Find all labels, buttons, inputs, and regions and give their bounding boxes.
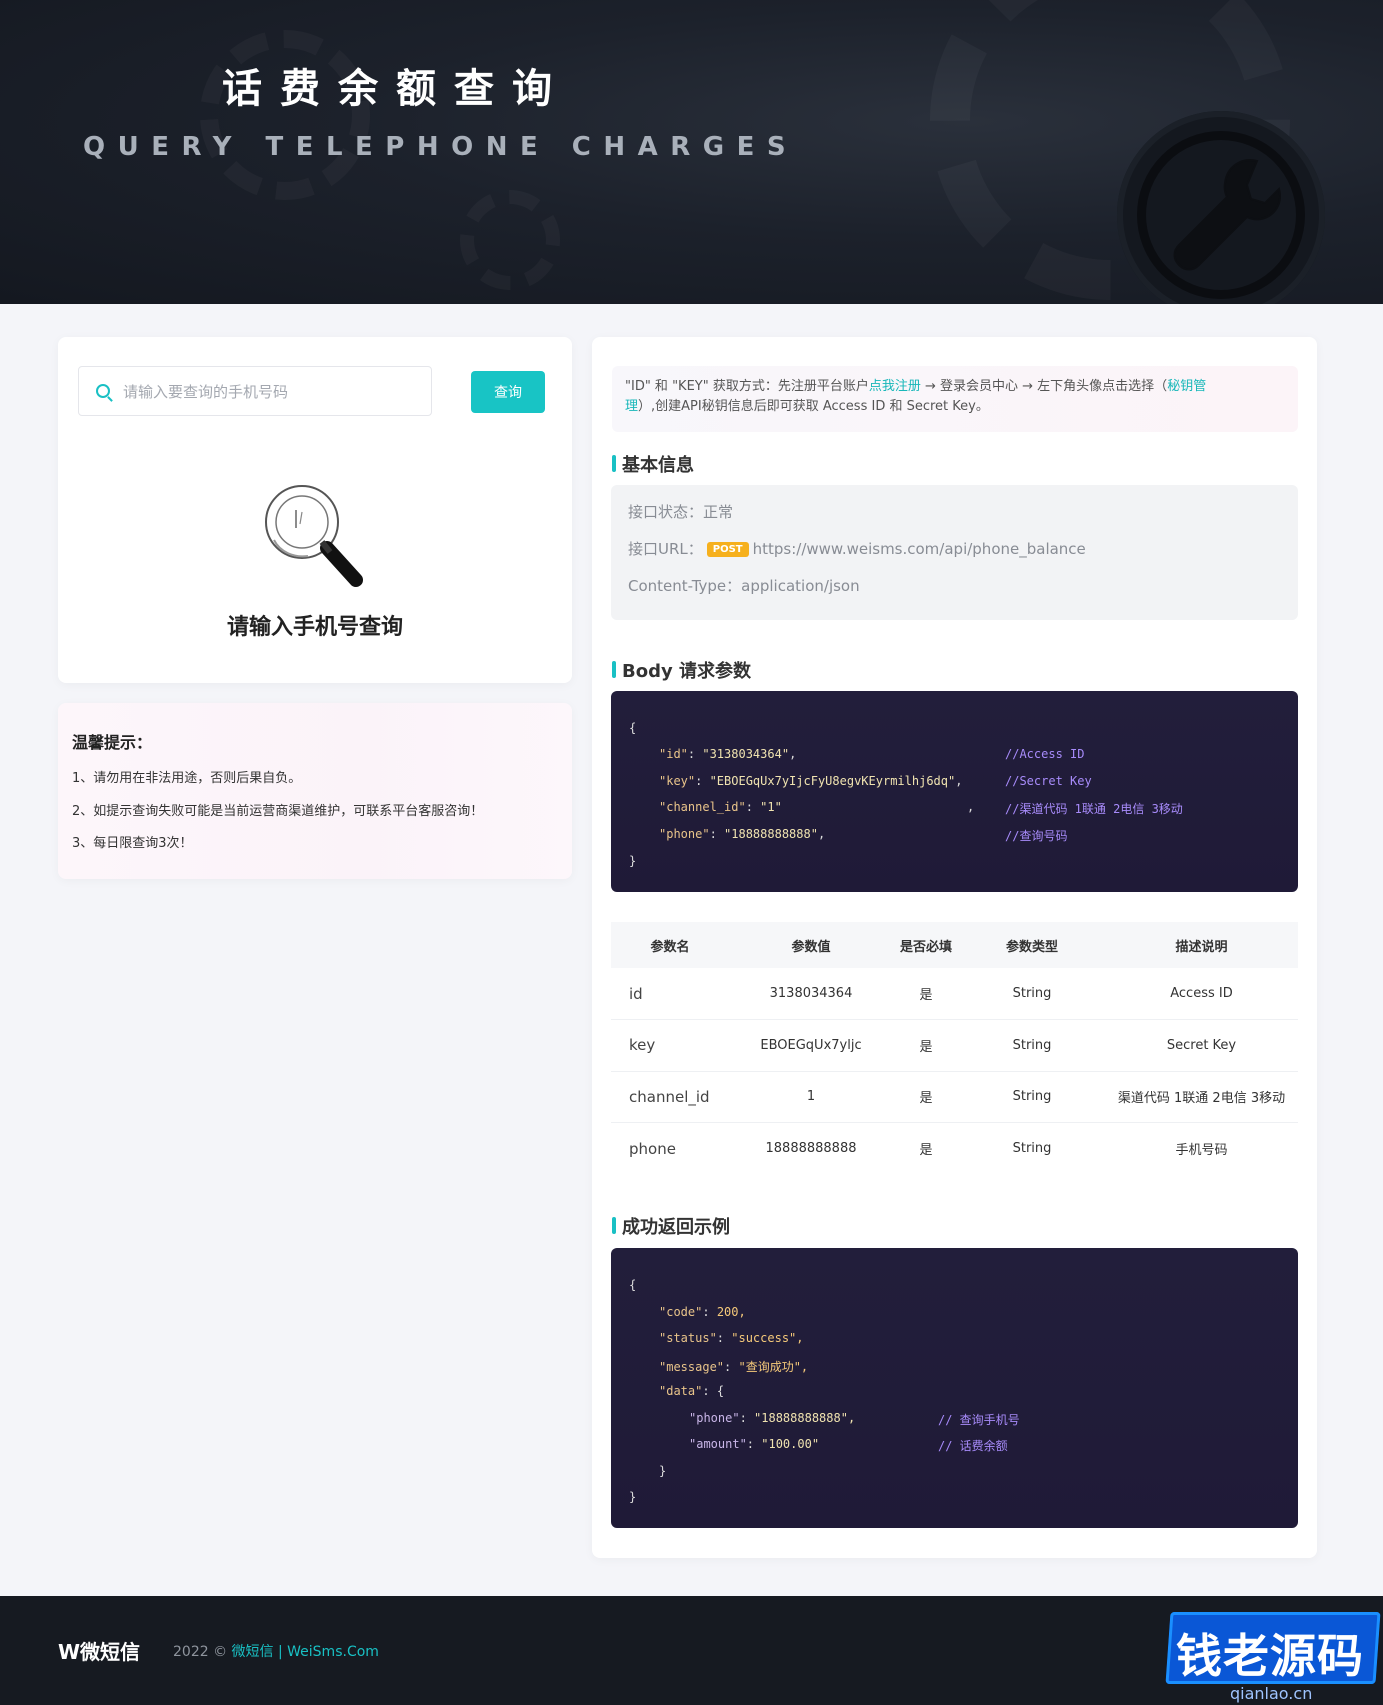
code-line: "phone": "18888888888",	[659, 827, 826, 841]
table-cell: Access ID	[1105, 968, 1298, 1020]
code-comment: //渠道代码 1联通 2电信 3移动	[1005, 802, 1183, 816]
watermark-url: qianlao.cn	[1230, 1684, 1313, 1703]
table-cell: 渠道代码 1联通 2电信 3移动	[1105, 1071, 1298, 1123]
notice-text: ）,创建API秘钥信息后即可获取 Access ID 和 Secret Key。	[638, 399, 989, 414]
table-cell: String	[959, 1019, 1105, 1072]
code-line: "code": 200,	[659, 1305, 746, 1319]
table-cell: 1	[729, 1071, 893, 1123]
table-cell: EBOEGqUx7yljc	[729, 1019, 893, 1072]
api-status: 正常	[703, 503, 734, 521]
magnifier-icon	[265, 485, 363, 587]
content-type-row: Content-Type：application/json	[628, 577, 860, 595]
param-table: 参数名 参数值 是否必填 参数类型 描述说明 id 3138034364 是 S…	[611, 922, 1298, 1174]
footer-copyright: 2022 © 微短信 | WeiSms.Com	[173, 1644, 379, 1660]
table-row: channel_id 1 是 String 渠道代码 1联通 2电信 3移动	[611, 1071, 1298, 1123]
code-line: "status": "success",	[659, 1331, 804, 1345]
code-line: "channel_id": "1"	[659, 800, 782, 814]
column-header: 参数名	[611, 922, 729, 968]
code-line: "data": {	[659, 1384, 725, 1398]
table-cell: 手机号码	[1175, 1143, 1228, 1158]
table-cell: String	[1012, 1141, 1052, 1156]
table-cell: String	[959, 968, 1105, 1020]
body-params-title: Body 请求参数	[612, 657, 751, 683]
query-card: 查询 请输入手机号查询	[58, 337, 572, 683]
code-comment: // 话费余额	[938, 1439, 1008, 1453]
column-header: 是否必填	[893, 922, 959, 968]
content-type: application/json	[741, 577, 860, 595]
column-header: 描述说明	[1105, 922, 1298, 968]
table-cell: 18888888888	[765, 1141, 857, 1156]
tips-list: 1、请勿用在非法用途，否则后果自负。 2、如提示查询失败可能是当前运营商渠道维护…	[72, 769, 483, 867]
code-line: "id": "3138034364",	[659, 747, 797, 761]
api-url: https://www.weisms.com/api/phone_balance	[752, 540, 1086, 558]
table-header-row: 参数名 参数值 是否必填 参数类型 描述说明	[611, 922, 1298, 968]
table-cell: id	[611, 968, 729, 1020]
code-line: "phone": "18888888888",	[689, 1411, 856, 1425]
search-icon	[96, 384, 110, 398]
table-row: phone 18888888888 是 String 手机号码	[611, 1123, 1298, 1175]
tips-title: 温馨提示：	[72, 733, 153, 752]
table-cell: 是	[893, 1019, 959, 1072]
code-line: "key": "EBOEGqUx7yIjcFyU8egvKEyrmilhj6dq…	[659, 774, 963, 788]
column-header: 参数类型	[959, 922, 1105, 968]
key-notice: "ID" 和 "KEY" 获取方式：先注册平台账户点我注册 → 登录会员中心 →…	[612, 366, 1298, 432]
footer-logo: W微短信	[58, 1640, 141, 1664]
code-brace: }	[629, 854, 637, 868]
footer-brand-link[interactable]: 微短信 | WeiSms.Com	[232, 1644, 379, 1660]
request-code-block: { "id": "3138034364", //Access ID "key":…	[611, 691, 1298, 892]
api-status-row: 接口状态：正常	[628, 503, 734, 521]
tip-item: 2、如提示查询失败可能是当前运营商渠道维护，可联系平台客服咨询！	[72, 803, 484, 819]
basic-info-box: 接口状态：正常 接口URL： POST https://www.weisms.com…	[611, 485, 1298, 620]
table-row: id 3138034364 是 String Access ID	[611, 968, 1298, 1020]
key-management-link[interactable]: 理	[625, 399, 638, 414]
code-line: "amount": "100.00"	[689, 1437, 820, 1451]
table-cell: 是	[919, 1143, 933, 1158]
column-header: 参数值	[729, 922, 893, 968]
wrench-icon	[1173, 159, 1281, 271]
page-subtitle: QUERY TELEPHONE CHARGES	[83, 132, 799, 162]
code-line: "message": "查询成功",	[659, 1360, 809, 1374]
table-cell: String	[959, 1071, 1105, 1123]
tips-card: 温馨提示： 1、请勿用在非法用途，否则后果自负。 2、如提示查询失败可能是当前运…	[58, 703, 572, 879]
code-comment: // 查询手机号	[938, 1413, 1020, 1427]
response-example-title: 成功返回示例	[612, 1213, 730, 1239]
empty-hint: 请输入手机号查询	[226, 615, 403, 640]
wrench-badge	[1117, 111, 1325, 304]
watermark-text: 钱老源码	[1176, 1629, 1364, 1683]
phone-search-input[interactable]	[123, 379, 423, 405]
tip-item: 3、每日限查询3次！	[72, 836, 193, 851]
method-badge: POST	[706, 542, 749, 557]
gear-decoration	[460, 190, 560, 290]
code-brace: {	[629, 721, 637, 735]
table-cell: 3138034364	[729, 968, 893, 1020]
table-cell: key	[611, 1019, 729, 1072]
notice-text: "ID" 和 "KEY" 获取方式：先注册平台账户	[625, 379, 869, 394]
table-cell: 是	[893, 968, 959, 1020]
api-url-row: 接口URL： POST https://www.weisms.com/api/pho…	[628, 540, 1086, 558]
code-comment: //查询号码	[1005, 829, 1068, 843]
table-cell: 是	[893, 1071, 959, 1123]
table-row: key EBOEGqUx7yljc 是 String Secret Key	[611, 1019, 1298, 1072]
watermark: 钱老源码 qianlao.cn	[1160, 1600, 1383, 1705]
code-brace: }	[629, 1490, 637, 1504]
code-brace: }	[659, 1464, 667, 1478]
code-comma: ,	[967, 800, 975, 814]
basic-info-title: 基本信息	[612, 451, 694, 477]
search-box	[78, 366, 432, 416]
code-brace: {	[629, 1278, 637, 1292]
tip-item: 1、请勿用在非法用途，否则后果自负。	[72, 771, 302, 786]
code-comment: //Access ID	[1005, 747, 1085, 761]
table-cell: Secret Key	[1105, 1019, 1298, 1072]
notice-text: → 登录会员中心 → 左下角头像点击选择（	[920, 379, 1168, 394]
key-management-link[interactable]: 秘钥管	[1167, 379, 1206, 394]
page-banner: 话费余额查询 QUERY TELEPHONE CHARGES	[0, 0, 1383, 304]
api-doc-card: "ID" 和 "KEY" 获取方式：先注册平台账户点我注册 → 登录会员中心 →…	[592, 337, 1317, 1558]
query-button[interactable]: 查询	[471, 371, 545, 413]
register-link[interactable]: 点我注册	[869, 379, 921, 394]
code-comment: //Secret Key	[1005, 774, 1092, 788]
table-cell: channel_id	[611, 1071, 729, 1123]
table-cell: phone	[629, 1139, 676, 1158]
page-title: 话费余额查询	[222, 66, 570, 112]
response-code-block: { "code": 200, "status": "success", "mes…	[611, 1248, 1298, 1528]
